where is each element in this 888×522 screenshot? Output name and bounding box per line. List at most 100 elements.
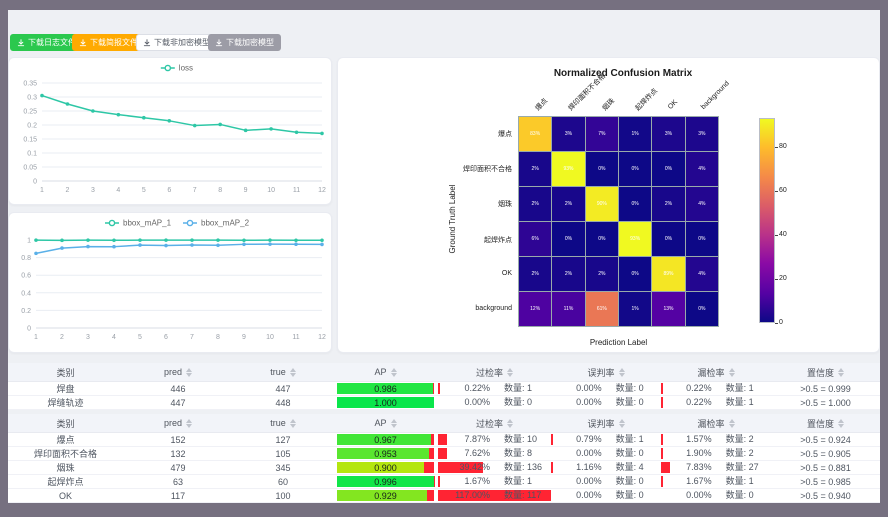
overdetect-cell: 0.00%数量: 0 xyxy=(438,396,551,410)
metric-percent: 0.79% xyxy=(551,433,602,446)
svg-text:7: 7 xyxy=(190,334,194,341)
colorbar-tick xyxy=(775,147,778,148)
map-chart-card: 00.20.40.60.81123456789101112bbox_mAP_1b… xyxy=(8,212,332,353)
metric-percent: 117.00% xyxy=(438,489,490,502)
sort-caret-icon[interactable] xyxy=(838,419,844,428)
svg-text:9: 9 xyxy=(242,334,246,341)
header-label: 漏检率 xyxy=(697,417,724,430)
column-header-漏检率[interactable]: 漏检率 xyxy=(661,414,771,433)
sort-caret-icon[interactable] xyxy=(619,368,625,377)
table-row: 爆点1521270.9677.87%数量: 100.79%数量: 11.57%数… xyxy=(8,433,880,447)
ap-value: 1.000 xyxy=(333,396,438,409)
matrix-cell: 3% xyxy=(686,117,718,151)
ap-value: 0.996 xyxy=(333,475,438,488)
confidence-cell: >0.5 = 0.999 xyxy=(771,382,880,396)
matrix-cell: 1% xyxy=(619,292,651,326)
sort-caret-icon[interactable] xyxy=(290,368,296,377)
matrix-col-label: OK xyxy=(667,99,679,111)
header-label: 置信度 xyxy=(807,417,834,430)
sort-caret-icon[interactable] xyxy=(838,368,844,377)
svg-text:0.1: 0.1 xyxy=(27,151,37,158)
ap-cell: 0.953 xyxy=(333,447,438,461)
column-header-置信度[interactable]: 置信度 xyxy=(771,363,880,382)
missdetect-cell: 0.00%数量: 0 xyxy=(661,489,771,503)
column-header-置信度[interactable]: 置信度 xyxy=(771,414,880,433)
download-icon xyxy=(17,39,25,47)
svg-text:4: 4 xyxy=(116,187,120,194)
download-icon xyxy=(143,39,151,47)
download-encrypted-model-button[interactable]: 下载加密模型 xyxy=(208,34,281,51)
matrix-cell: 93% xyxy=(619,222,651,256)
sort-caret-icon[interactable] xyxy=(391,419,397,428)
colorbar-tick xyxy=(775,191,778,192)
column-header-过检率[interactable]: 过检率 xyxy=(438,414,551,433)
overdetect-cell: 1.67%数量: 1 xyxy=(438,475,551,489)
svg-text:12: 12 xyxy=(318,334,326,341)
matrix-row-label: 烟珠 xyxy=(338,199,512,209)
svg-text:0.3: 0.3 xyxy=(27,95,37,102)
download-brief-button[interactable]: 下载简报文件 xyxy=(72,34,145,51)
svg-text:0.15: 0.15 xyxy=(23,137,37,144)
header-label: AP xyxy=(374,367,386,377)
overdetect-cell: 39.42%数量: 136 xyxy=(438,461,551,475)
column-header-pred[interactable]: pred xyxy=(123,414,233,433)
matrix-cell: 0% xyxy=(552,222,584,256)
table-row: 起焊炸点63600.9961.67%数量: 10.00%数量: 01.67%数量… xyxy=(8,475,880,489)
metric-percent: 1.67% xyxy=(661,475,712,488)
sort-caret-icon[interactable] xyxy=(619,419,625,428)
svg-text:bbox_mAP_2: bbox_mAP_2 xyxy=(201,219,250,228)
svg-text:10: 10 xyxy=(267,187,275,194)
column-header-漏检率[interactable]: 漏检率 xyxy=(661,363,771,382)
sort-caret-icon[interactable] xyxy=(186,368,192,377)
column-header-true[interactable]: true xyxy=(233,363,333,382)
sort-caret-icon[interactable] xyxy=(507,419,513,428)
confidence-cell: >0.5 = 0.881 xyxy=(771,461,880,475)
overdetect-cell: 7.87%数量: 10 xyxy=(438,433,551,447)
pred-cell: 446 xyxy=(123,382,233,396)
button-label: 下载加密模型 xyxy=(226,37,274,48)
column-header-ap[interactable]: AP xyxy=(333,414,438,433)
confusion-matrix-card: Normalized Confusion Matrix 爆点爆点焊印面积不合格焊… xyxy=(337,57,880,353)
header-label: 过检率 xyxy=(476,366,503,379)
sort-caret-icon[interactable] xyxy=(507,368,513,377)
svg-text:11: 11 xyxy=(293,187,300,194)
column-header-pred[interactable]: pred xyxy=(123,363,233,382)
column-header-误判率[interactable]: 误判率 xyxy=(551,363,661,382)
sort-caret-icon[interactable] xyxy=(729,419,735,428)
sort-caret-icon[interactable] xyxy=(186,419,192,428)
sort-caret-icon[interactable] xyxy=(290,419,296,428)
sort-caret-icon[interactable] xyxy=(391,368,397,377)
metric-percent: 0.00% xyxy=(551,475,602,488)
svg-text:6: 6 xyxy=(164,334,168,341)
ap-value: 0.953 xyxy=(333,447,438,460)
confidence-cell: >0.5 = 1.000 xyxy=(771,396,880,410)
svg-text:7: 7 xyxy=(193,187,197,194)
column-header-true[interactable]: true xyxy=(233,414,333,433)
matrix-cell: 0% xyxy=(652,152,684,186)
svg-text:1: 1 xyxy=(27,238,31,245)
ap-cell: 0.900 xyxy=(333,461,438,475)
missdetect-cell: 0.22%数量: 1 xyxy=(661,396,771,410)
column-header-误判率[interactable]: 误判率 xyxy=(551,414,661,433)
metric-count: 数量: 0 xyxy=(602,447,661,460)
misjudge-cell: 1.16%数量: 4 xyxy=(551,461,661,475)
metric-percent: 0.00% xyxy=(551,396,602,409)
svg-text:0.05: 0.05 xyxy=(23,165,37,172)
matrix-col-label: 爆点 xyxy=(533,96,550,113)
header-label: 漏检率 xyxy=(697,366,724,379)
column-header-ap[interactable]: AP xyxy=(333,363,438,382)
confusion-matrix-grid: 83%3%7%1%3%3%2%93%0%0%0%4%2%2%90%0%2%4%6… xyxy=(518,116,719,327)
class-name-cell: 焊印面积不合格 xyxy=(8,447,123,461)
sort-caret-icon[interactable] xyxy=(729,368,735,377)
download-unencrypted-model-button[interactable]: 下载非加密模型 xyxy=(136,34,217,51)
download-icon xyxy=(79,39,87,47)
svg-text:3: 3 xyxy=(86,334,90,341)
header-label: 误判率 xyxy=(587,417,614,430)
pred-cell: 132 xyxy=(123,447,233,461)
matrix-cell: 61% xyxy=(586,292,618,326)
pred-cell: 479 xyxy=(123,461,233,475)
svg-text:6: 6 xyxy=(167,187,171,194)
column-header-过检率[interactable]: 过检率 xyxy=(438,363,551,382)
metric-count: 数量: 1 xyxy=(602,433,661,446)
metric-percent: 0.00% xyxy=(551,382,602,395)
